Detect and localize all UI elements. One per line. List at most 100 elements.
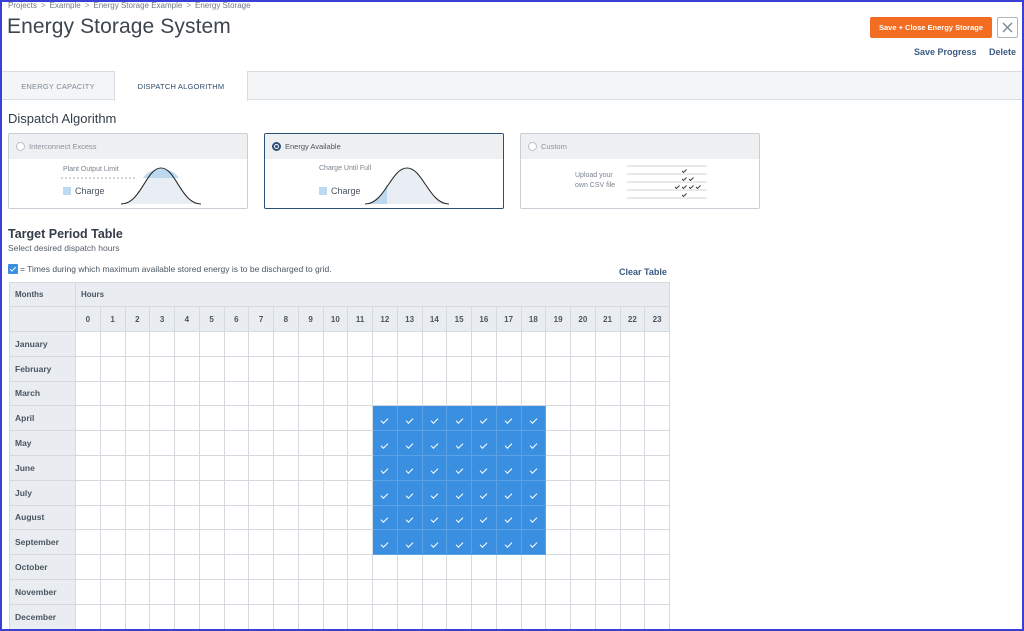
hour-cell[interactable] bbox=[174, 405, 200, 432]
hour-cell[interactable] bbox=[421, 454, 448, 481]
hour-cell[interactable] bbox=[594, 430, 621, 456]
hour-cell[interactable] bbox=[248, 603, 274, 630]
hour-cell[interactable] bbox=[545, 405, 571, 432]
month-label-december[interactable]: December bbox=[9, 603, 76, 630]
hour-cell[interactable] bbox=[421, 380, 448, 407]
hour-cell[interactable] bbox=[124, 554, 151, 580]
hour-cell[interactable] bbox=[248, 331, 274, 357]
hour-cell[interactable] bbox=[594, 454, 621, 481]
hour-cell[interactable] bbox=[471, 405, 497, 432]
hour-cell[interactable] bbox=[297, 554, 324, 580]
hour-cell[interactable] bbox=[149, 405, 175, 432]
hour-cell[interactable] bbox=[198, 380, 225, 407]
hour-header-16[interactable]: 16 bbox=[471, 306, 497, 332]
hour-cell[interactable] bbox=[223, 578, 250, 605]
hour-cell[interactable] bbox=[570, 479, 596, 506]
hour-cell[interactable] bbox=[446, 454, 472, 481]
hour-cell[interactable] bbox=[248, 454, 274, 481]
hour-cell[interactable] bbox=[644, 578, 670, 605]
hour-cell[interactable] bbox=[75, 355, 101, 382]
hour-cell[interactable] bbox=[322, 405, 349, 432]
hour-header-11[interactable]: 11 bbox=[347, 306, 373, 332]
hour-cell[interactable] bbox=[273, 430, 299, 456]
hour-cell[interactable] bbox=[495, 454, 522, 481]
hour-cell[interactable] bbox=[471, 430, 497, 456]
hour-cell[interactable] bbox=[396, 454, 423, 481]
option-custom[interactable]: Custom Upload your own CSV file bbox=[520, 133, 760, 209]
hour-cell[interactable] bbox=[644, 454, 670, 481]
hour-cell[interactable] bbox=[471, 355, 497, 382]
hour-cell[interactable] bbox=[297, 603, 324, 630]
save-close-button[interactable]: Save + Close Energy Storage bbox=[870, 17, 992, 38]
hour-cell[interactable] bbox=[297, 504, 324, 531]
hour-cell[interactable] bbox=[644, 331, 670, 357]
hour-header-18[interactable]: 18 bbox=[520, 306, 547, 332]
hour-cell[interactable] bbox=[124, 331, 151, 357]
hour-cell[interactable] bbox=[471, 454, 497, 481]
hour-cell[interactable] bbox=[248, 430, 274, 456]
hour-cell[interactable] bbox=[520, 380, 547, 407]
hour-cell[interactable] bbox=[570, 554, 596, 580]
hour-cell[interactable] bbox=[124, 380, 151, 407]
hour-cell[interactable] bbox=[124, 504, 151, 531]
hour-cell[interactable] bbox=[273, 479, 299, 506]
hour-cell[interactable] bbox=[446, 479, 472, 506]
hour-cell[interactable] bbox=[471, 380, 497, 407]
hour-header-8[interactable]: 8 bbox=[273, 306, 299, 332]
hour-cell[interactable] bbox=[594, 578, 621, 605]
hour-cell[interactable] bbox=[372, 380, 398, 407]
hour-header-17[interactable]: 17 bbox=[495, 306, 522, 332]
hour-cell[interactable] bbox=[372, 479, 398, 506]
hour-cell[interactable] bbox=[297, 479, 324, 506]
hour-cell[interactable] bbox=[174, 430, 200, 456]
hour-cell[interactable] bbox=[99, 454, 126, 481]
radio-button[interactable] bbox=[16, 142, 25, 151]
hour-header-22[interactable]: 22 bbox=[619, 306, 646, 332]
hour-cell[interactable] bbox=[471, 603, 497, 630]
hour-cell[interactable] bbox=[198, 331, 225, 357]
hour-cell[interactable] bbox=[396, 603, 423, 630]
hour-header-12[interactable]: 12 bbox=[372, 306, 398, 332]
hour-cell[interactable] bbox=[446, 430, 472, 456]
hour-header-3[interactable]: 3 bbox=[149, 306, 175, 332]
hour-cell[interactable] bbox=[174, 504, 200, 531]
hour-cell[interactable] bbox=[545, 479, 571, 506]
hour-header-15[interactable]: 15 bbox=[446, 306, 472, 332]
hour-cell[interactable] bbox=[322, 355, 349, 382]
hour-cell[interactable] bbox=[347, 578, 373, 605]
hour-cell[interactable] bbox=[520, 554, 547, 580]
hour-cell[interactable] bbox=[372, 529, 398, 556]
clear-table-link[interactable]: Clear Table bbox=[619, 267, 667, 277]
hour-cell[interactable] bbox=[594, 554, 621, 580]
hour-cell[interactable] bbox=[520, 405, 547, 432]
hour-cell[interactable] bbox=[347, 331, 373, 357]
hour-cell[interactable] bbox=[545, 331, 571, 357]
hour-cell[interactable] bbox=[372, 405, 398, 432]
hour-cell[interactable] bbox=[421, 603, 448, 630]
hour-cell[interactable] bbox=[75, 578, 101, 605]
hour-cell[interactable] bbox=[396, 479, 423, 506]
hour-cell[interactable] bbox=[248, 355, 274, 382]
hour-cell[interactable] bbox=[570, 380, 596, 407]
hour-cell[interactable] bbox=[520, 479, 547, 506]
hour-cell[interactable] bbox=[446, 554, 472, 580]
hour-cell[interactable] bbox=[149, 554, 175, 580]
hour-cell[interactable] bbox=[223, 331, 250, 357]
hour-cell[interactable] bbox=[520, 454, 547, 481]
hour-cell[interactable] bbox=[619, 380, 646, 407]
breadcrumb-item-energy-storage-example[interactable]: Energy Storage Example bbox=[93, 1, 182, 10]
hour-cell[interactable] bbox=[520, 603, 547, 630]
hour-cell[interactable] bbox=[421, 504, 448, 531]
hour-cell[interactable] bbox=[75, 430, 101, 456]
hour-cell[interactable] bbox=[545, 529, 571, 556]
radio-button-selected[interactable] bbox=[272, 142, 281, 151]
hour-cell[interactable] bbox=[223, 355, 250, 382]
hour-cell[interactable] bbox=[421, 331, 448, 357]
hour-cell[interactable] bbox=[75, 380, 101, 407]
hour-cell[interactable] bbox=[644, 529, 670, 556]
hour-header-4[interactable]: 4 bbox=[174, 306, 200, 332]
hour-cell[interactable] bbox=[322, 380, 349, 407]
hour-cell[interactable] bbox=[421, 355, 448, 382]
month-label-march[interactable]: March bbox=[9, 380, 76, 407]
hour-cell[interactable] bbox=[520, 430, 547, 456]
